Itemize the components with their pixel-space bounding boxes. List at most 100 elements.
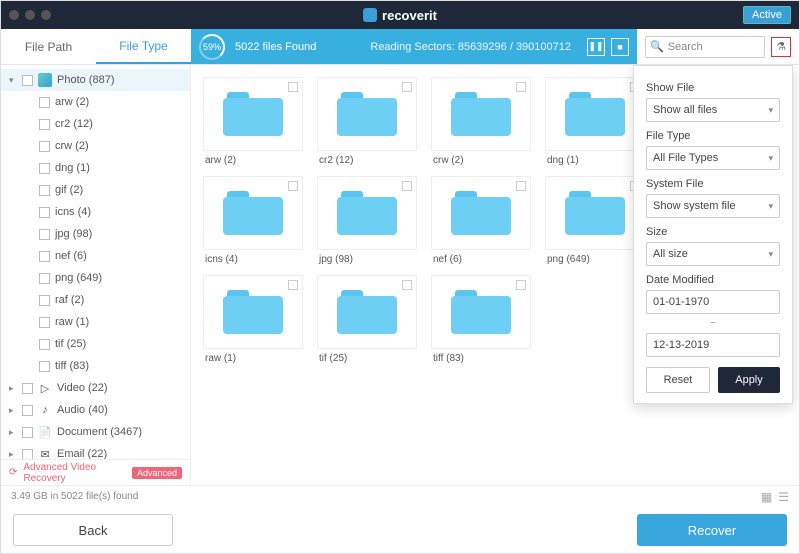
tree-group[interactable]: ▾Photo (887) — [1, 69, 190, 91]
size-select[interactable]: All size▾ — [646, 242, 780, 266]
active-badge[interactable]: Active — [743, 6, 791, 24]
tab-file-type[interactable]: File Type — [96, 29, 191, 64]
filter-button[interactable]: ⚗ — [771, 37, 791, 57]
apply-button[interactable]: Apply — [718, 367, 780, 393]
checkbox[interactable] — [288, 181, 298, 191]
folder-cell[interactable]: tiff (83) — [431, 275, 531, 364]
min-dot[interactable] — [25, 10, 35, 20]
file-type-select[interactable]: All File Types▾ — [646, 146, 780, 170]
checkbox[interactable] — [39, 273, 50, 284]
footer: Back Recover — [1, 507, 799, 553]
checkbox[interactable] — [22, 449, 33, 460]
close-dot[interactable] — [9, 10, 19, 20]
chevron-down-icon: ▾ — [768, 249, 773, 260]
tree-group[interactable]: ▸▷Video (22) — [1, 377, 190, 399]
tree-label: raf (2) — [55, 294, 84, 306]
checkbox[interactable] — [516, 280, 526, 290]
pause-button[interactable]: ❚❚ — [587, 38, 605, 56]
checkbox[interactable] — [22, 427, 33, 438]
chevron-right-icon: ▸ — [9, 449, 17, 460]
folder-cell[interactable]: cr2 (12) — [317, 77, 417, 166]
folder-cell[interactable]: tif (25) — [317, 275, 417, 364]
back-button[interactable]: Back — [13, 514, 173, 546]
folder-cell[interactable]: png (649) — [545, 176, 645, 265]
checkbox[interactable] — [39, 339, 50, 350]
tree-group[interactable]: ▸♪Audio (40) — [1, 399, 190, 421]
checkbox[interactable] — [39, 163, 50, 174]
checkbox[interactable] — [39, 361, 50, 372]
checkbox[interactable] — [22, 383, 33, 394]
avr-badge: Advanced — [132, 467, 182, 479]
show-file-select[interactable]: Show all files▾ — [646, 98, 780, 122]
tree-child[interactable]: tiff (83) — [1, 355, 190, 377]
checkbox[interactable] — [402, 181, 412, 191]
tree-label: cr2 (12) — [55, 118, 93, 130]
status-text: 3.49 GB in 5022 file(s) found — [11, 491, 138, 502]
recover-button[interactable]: Recover — [637, 514, 787, 546]
checkbox[interactable] — [39, 229, 50, 240]
max-dot[interactable] — [41, 10, 51, 20]
folder-cell[interactable]: crw (2) — [431, 77, 531, 166]
list-view-icon[interactable]: ☰ — [778, 490, 789, 504]
checkbox[interactable] — [39, 185, 50, 196]
show-file-label: Show File — [646, 82, 780, 94]
folder-cell[interactable]: dng (1) — [545, 77, 645, 166]
tab-file-path[interactable]: File Path — [1, 29, 96, 64]
checkbox[interactable] — [39, 251, 50, 262]
folder-thumb — [317, 275, 417, 349]
tree-child[interactable]: cr2 (12) — [1, 113, 190, 135]
grid-view-icon[interactable]: ▦ — [761, 490, 772, 504]
tree-child[interactable]: crw (2) — [1, 135, 190, 157]
checkbox[interactable] — [288, 280, 298, 290]
folder-label: arw (2) — [203, 155, 303, 166]
tree-child[interactable]: gif (2) — [1, 179, 190, 201]
checkbox[interactable] — [39, 119, 50, 130]
tree-label: dng (1) — [55, 162, 90, 174]
folder-cell[interactable]: jpg (98) — [317, 176, 417, 265]
titlebar: recoverit Active — [1, 1, 799, 29]
filter-actions: Reset Apply — [646, 367, 780, 393]
stop-button[interactable]: ■ — [611, 38, 629, 56]
tree-child[interactable]: raw (1) — [1, 311, 190, 333]
date-to-input[interactable]: 12-13-2019 — [646, 333, 780, 357]
folder-icon — [451, 92, 511, 136]
category-icon: ▷ — [38, 381, 52, 395]
tree-child[interactable]: png (649) — [1, 267, 190, 289]
checkbox[interactable] — [39, 295, 50, 306]
checkbox[interactable] — [402, 82, 412, 92]
tree-group[interactable]: ▸📄Document (3467) — [1, 421, 190, 443]
folder-cell[interactable]: nef (6) — [431, 176, 531, 265]
advanced-video-recovery[interactable]: ⟳ Advanced Video Recovery Advanced — [1, 459, 190, 485]
tree-child[interactable]: nef (6) — [1, 245, 190, 267]
folder-cell[interactable]: raw (1) — [203, 275, 303, 364]
brand: recoverit — [363, 8, 437, 23]
reset-button[interactable]: Reset — [646, 367, 710, 393]
checkbox[interactable] — [22, 405, 33, 416]
checkbox[interactable] — [516, 82, 526, 92]
tree-child[interactable]: dng (1) — [1, 157, 190, 179]
folder-cell[interactable]: arw (2) — [203, 77, 303, 166]
folder-cell[interactable]: icns (4) — [203, 176, 303, 265]
search-input[interactable]: 🔍 Search — [645, 36, 765, 58]
checkbox[interactable] — [516, 181, 526, 191]
tree-label: crw (2) — [55, 140, 89, 152]
checkbox[interactable] — [288, 82, 298, 92]
checkbox[interactable] — [22, 75, 33, 86]
checkbox[interactable] — [39, 207, 50, 218]
tree-child[interactable]: raf (2) — [1, 289, 190, 311]
folder-icon — [337, 191, 397, 235]
checkbox[interactable] — [39, 141, 50, 152]
date-from-input[interactable]: 01-01-1970 — [646, 290, 780, 314]
system-file-select[interactable]: Show system file▾ — [646, 194, 780, 218]
checkbox[interactable] — [39, 317, 50, 328]
tree-child[interactable]: jpg (98) — [1, 223, 190, 245]
tree-child[interactable]: arw (2) — [1, 91, 190, 113]
header-bar: File Path File Type 59% 5022 files Found… — [1, 29, 799, 65]
tree-child[interactable]: tif (25) — [1, 333, 190, 355]
tree-child[interactable]: icns (4) — [1, 201, 190, 223]
tree-group[interactable]: ▸✉Email (22) — [1, 443, 190, 459]
folder-label: cr2 (12) — [317, 155, 417, 166]
checkbox[interactable] — [39, 97, 50, 108]
folder-icon — [223, 191, 283, 235]
checkbox[interactable] — [402, 280, 412, 290]
